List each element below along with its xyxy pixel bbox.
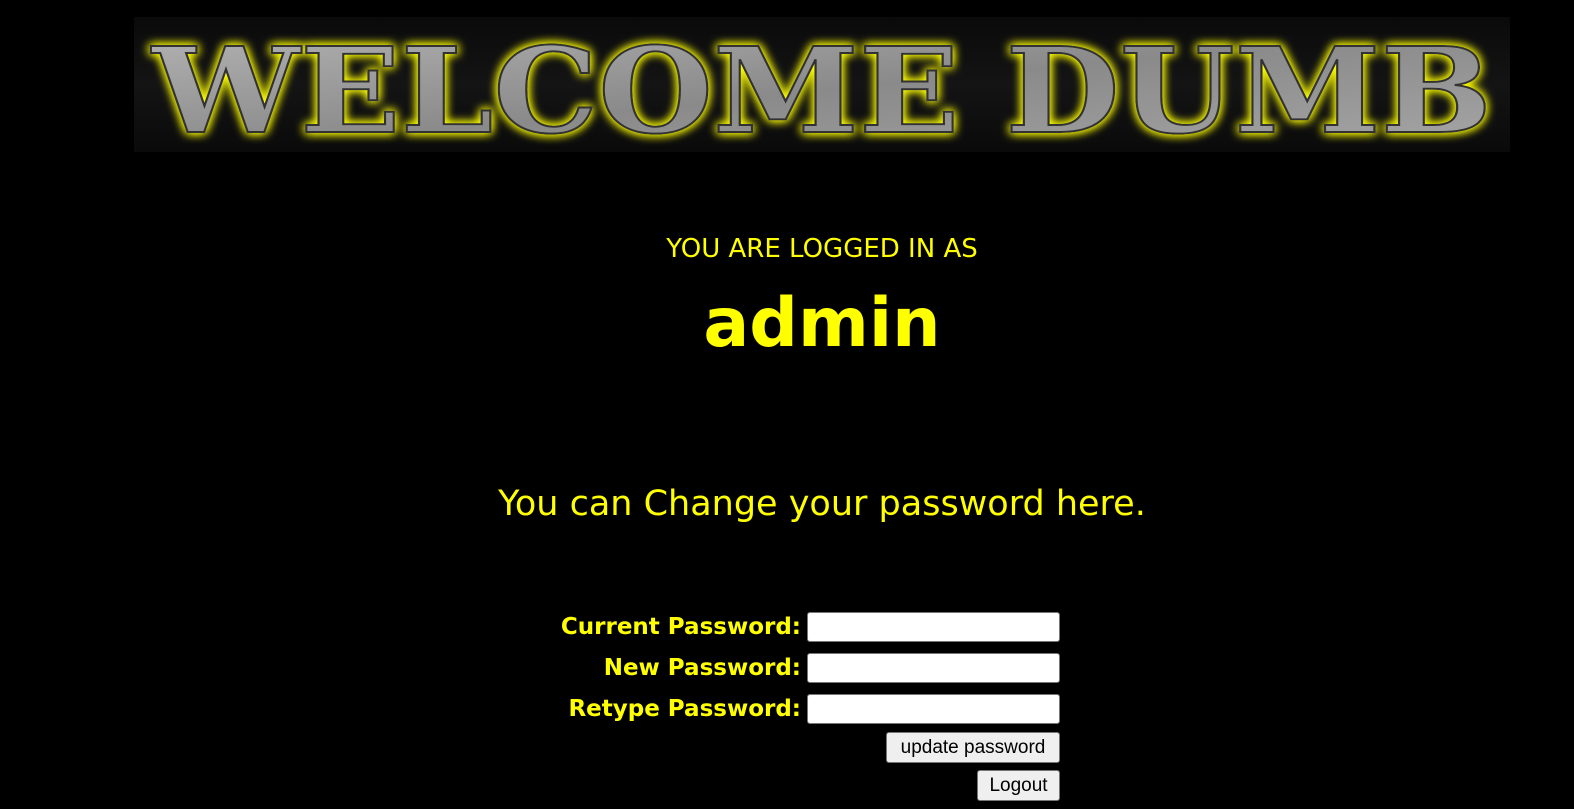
new-password-row: New Password: xyxy=(0,652,1574,684)
username: admin xyxy=(703,284,941,363)
retype-password-row: Retype Password: xyxy=(0,693,1574,725)
current-password-input[interactable] xyxy=(807,612,1060,642)
logged-in-label: YOU ARE LOGGED IN AS xyxy=(666,234,978,264)
logout-button[interactable]: Logout xyxy=(977,770,1060,801)
retype-password-input[interactable] xyxy=(807,694,1060,724)
banner-title: WELCOME DUMB xyxy=(150,21,1492,152)
current-password-label: Current Password: xyxy=(560,614,801,640)
new-password-input[interactable] xyxy=(807,653,1060,683)
change-password-heading: You can Change your password here. xyxy=(498,484,1146,524)
current-password-row: Current Password: xyxy=(0,611,1574,643)
update-password-button[interactable]: update password xyxy=(886,732,1060,763)
welcome-banner: WELCOME DUMB xyxy=(134,17,1510,152)
new-password-label: New Password: xyxy=(603,655,801,681)
banner-logo-graphic: WELCOME DUMB xyxy=(149,20,1493,152)
retype-password-label: Retype Password: xyxy=(568,696,801,722)
